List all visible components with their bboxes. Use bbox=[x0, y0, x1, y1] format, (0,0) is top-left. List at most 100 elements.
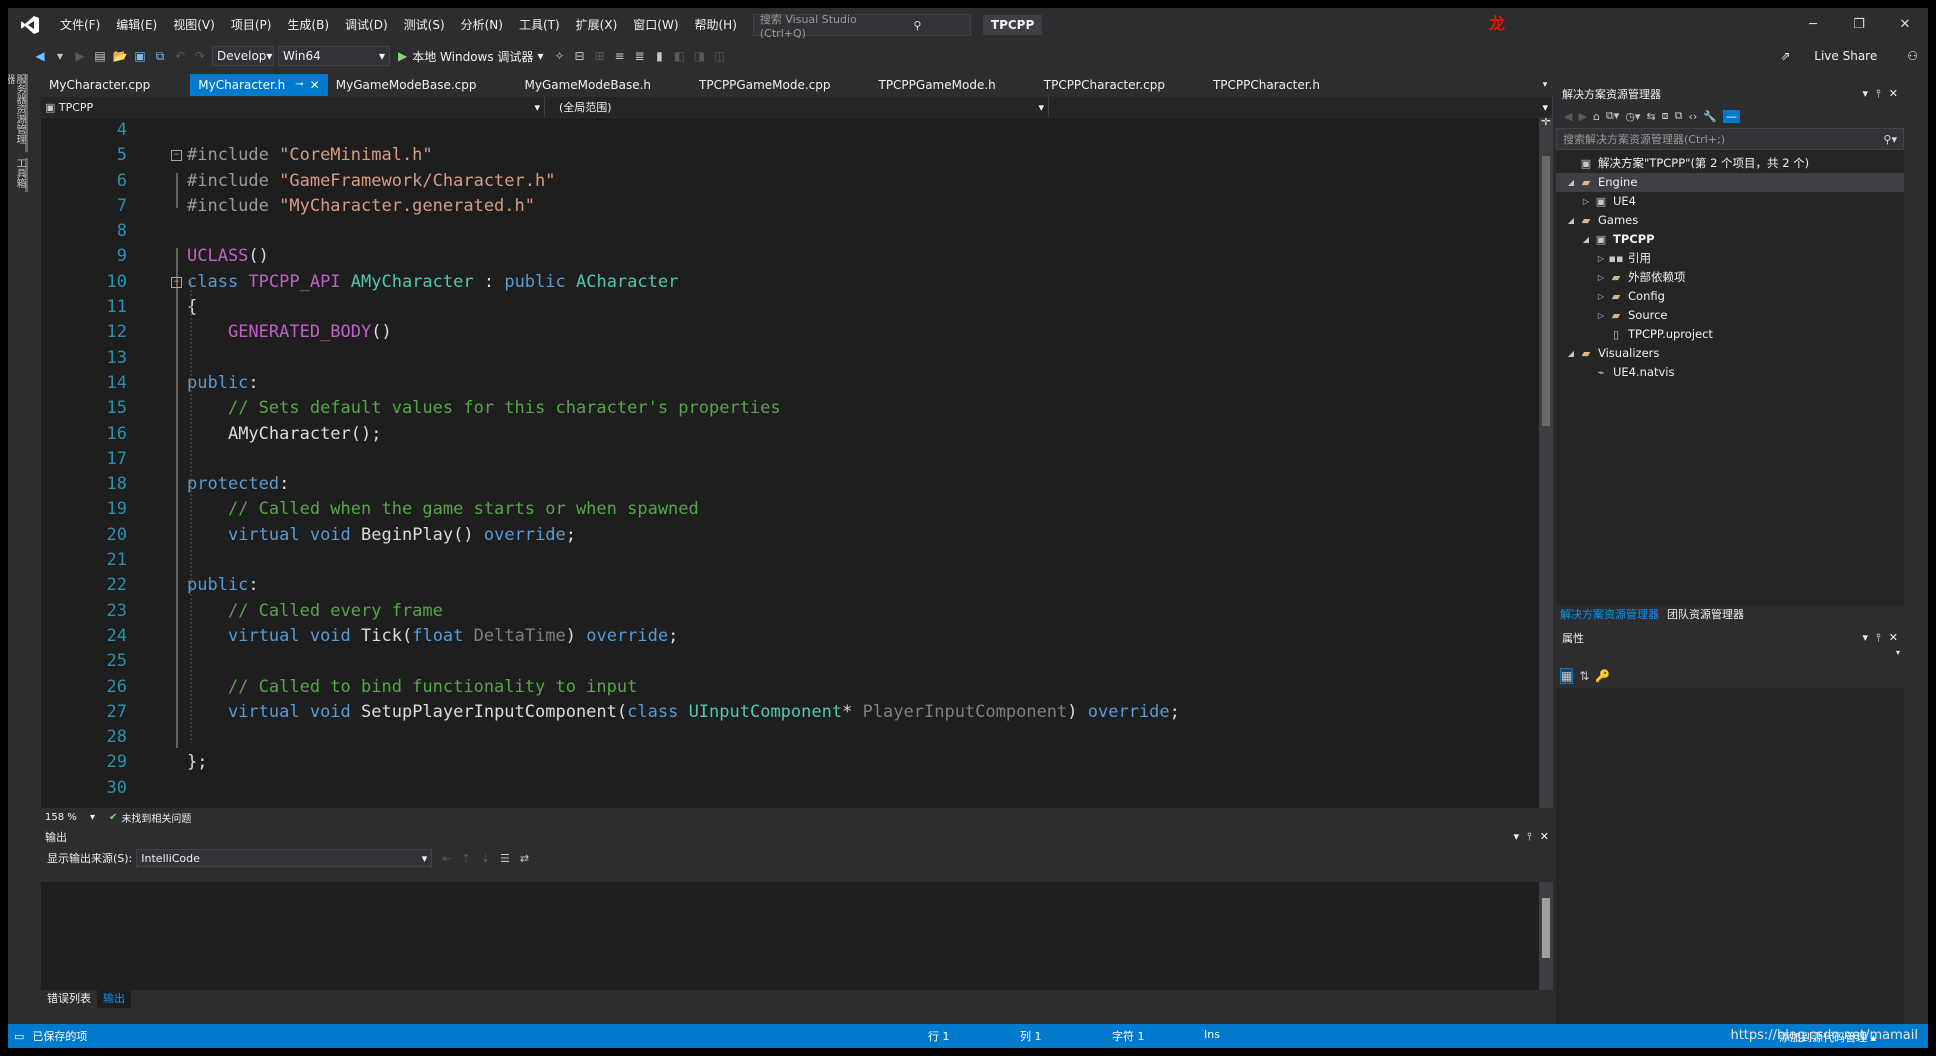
expanded-arrow-icon[interactable]: ◢ bbox=[1564, 211, 1578, 230]
property-pages-icon[interactable]: 🔑 bbox=[1595, 669, 1610, 683]
collapse-all-icon[interactable]: ⧈ bbox=[1662, 109, 1669, 123]
show-all-files-icon[interactable]: ⧉ bbox=[1675, 109, 1683, 123]
open-file-icon[interactable]: 📂 bbox=[112, 46, 128, 66]
restore-button[interactable]: ❐ bbox=[1836, 8, 1882, 42]
code-line[interactable]: 8 bbox=[41, 219, 1541, 244]
expanded-arrow-icon[interactable]: ◢ bbox=[1579, 230, 1593, 249]
next-message-icon[interactable]: ⇣ bbox=[481, 852, 490, 865]
pending-changes-icon[interactable]: ◷▾ bbox=[1625, 110, 1640, 123]
outdent-icon[interactable]: ≣ bbox=[631, 46, 647, 66]
menu-item[interactable]: 文件(F) bbox=[52, 8, 108, 42]
prev-bookmark-icon[interactable]: ◧ bbox=[671, 46, 687, 66]
doc-tab[interactable]: MyGameModeBase.cpp bbox=[328, 74, 485, 96]
server-explorer-tab[interactable]: 服务器资源管理器 bbox=[8, 74, 28, 152]
menu-item[interactable]: 窗口(W) bbox=[625, 8, 686, 42]
code-line[interactable]: 6 #include "GameFramework/Character.h" bbox=[41, 169, 1541, 194]
chevron-down-icon[interactable]: ▾ bbox=[1862, 87, 1868, 100]
redo-icon[interactable]: ↷ bbox=[192, 46, 208, 66]
configuration-select[interactable]: Develop ▾ bbox=[212, 46, 274, 66]
output-text-area[interactable] bbox=[41, 882, 1553, 990]
project-nav-dropdown[interactable]: ▣ TPCPP ▾ bbox=[41, 97, 545, 117]
code-line[interactable]: 11{ bbox=[41, 295, 1541, 320]
code-line[interactable]: 12 GENERATED_BODY() bbox=[41, 320, 1541, 345]
code-line[interactable]: 4 bbox=[41, 118, 1541, 143]
split-icon[interactable]: ✛ bbox=[1541, 118, 1551, 128]
doc-tab[interactable]: MyCharacter.cpp bbox=[41, 74, 158, 96]
forward-icon[interactable]: ▶ bbox=[1578, 110, 1586, 123]
search-icon[interactable]: ⚲ bbox=[865, 19, 970, 32]
menu-item[interactable]: 调试(D) bbox=[337, 8, 396, 42]
back-icon[interactable]: ◀ bbox=[32, 46, 48, 66]
code-line[interactable]: 10− class TPCPP_API AMyCharacter : public… bbox=[41, 270, 1541, 295]
start-debugging-button[interactable]: ▶ 本地 Windows 调试器 ▾ bbox=[398, 48, 543, 65]
properties-icon[interactable]: 🔧 bbox=[1703, 110, 1717, 123]
platform-select[interactable]: Win64 ▾ bbox=[278, 46, 390, 66]
expanded-arrow-icon[interactable]: ◢ bbox=[1564, 344, 1578, 363]
code-line[interactable]: 28 bbox=[41, 725, 1541, 750]
tab-team-explorer[interactable]: 团队资源管理器 bbox=[1663, 606, 1748, 624]
chevron-down-icon[interactable]: ▾ bbox=[1862, 631, 1868, 644]
doc-tab[interactable]: TPCPPCharacter.h bbox=[1205, 74, 1328, 96]
member-nav-dropdown[interactable]: ▾ bbox=[1049, 97, 1553, 117]
view-code-icon[interactable]: ‹› bbox=[1689, 110, 1698, 123]
undo-icon[interactable]: ↶ bbox=[172, 46, 188, 66]
doc-tab[interactable]: TPCPPGameMode.cpp bbox=[691, 74, 838, 96]
tree-node[interactable]: ▷ ▰ Source bbox=[1556, 306, 1904, 325]
solution-search-input[interactable]: 搜索解决方案资源管理器(Ctrl+;) ⚲▾ bbox=[1556, 128, 1904, 150]
tab-error-list[interactable]: 错误列表 bbox=[41, 990, 97, 1008]
doc-tab[interactable]: TPCPPGameMode.h bbox=[870, 74, 1003, 96]
pin-icon[interactable]: ⊸ bbox=[295, 74, 303, 96]
menu-item[interactable]: 工具(T) bbox=[511, 8, 568, 42]
new-project-icon[interactable]: ▤ bbox=[92, 46, 108, 66]
close-tab-icon[interactable]: ✕ bbox=[310, 74, 320, 96]
goto-message-icon[interactable]: ⇤ bbox=[442, 852, 451, 865]
tree-node[interactable]: ◢ ▰ Visualizers bbox=[1556, 344, 1904, 363]
clear-bookmarks-icon[interactable]: ◫ bbox=[711, 46, 727, 66]
close-icon[interactable]: ✕ bbox=[1540, 830, 1549, 843]
code-line[interactable]: 17 bbox=[41, 447, 1541, 472]
step-icon[interactable]: ⊞ bbox=[591, 46, 607, 66]
vs-search-box[interactable]: 搜索 Visual Studio (Ctrl+Q) ⚲ bbox=[752, 13, 971, 40]
sync-icon[interactable]: ⇆ bbox=[1646, 110, 1655, 123]
code-line[interactable]: 29}; bbox=[41, 750, 1541, 775]
prev-message-icon[interactable]: ⇡ bbox=[462, 852, 471, 865]
collapsed-arrow-icon[interactable]: ▷ bbox=[1594, 268, 1608, 287]
tree-node[interactable]: ▷ ▰ 外部依赖项 bbox=[1556, 268, 1904, 287]
editor-vertical-scrollbar[interactable]: ✛ bbox=[1539, 118, 1553, 808]
code-line[interactable]: 20 virtual void BeginPlay() override; bbox=[41, 523, 1541, 548]
output-scroll-thumb[interactable] bbox=[1542, 898, 1550, 958]
feedback-icon[interactable]: ⚇ bbox=[1897, 49, 1928, 63]
menu-item[interactable]: 编辑(E) bbox=[108, 8, 165, 42]
tree-node[interactable]: ◢ ▰ Engine bbox=[1556, 173, 1904, 192]
bookmark-icon[interactable]: ▮ bbox=[651, 46, 667, 66]
zoom-select[interactable]: 158 % ▾ bbox=[41, 812, 101, 823]
code-line[interactable]: 25 bbox=[41, 649, 1541, 674]
collapsed-arrow-icon[interactable]: ▷ bbox=[1579, 192, 1593, 211]
save-icon[interactable]: ▣ bbox=[132, 46, 148, 66]
code-line[interactable]: 19 // Called when the game starts or whe… bbox=[41, 497, 1541, 522]
doc-tab[interactable]: TPCPPCharacter.cpp bbox=[1036, 74, 1173, 96]
preview-icon[interactable]: — bbox=[1723, 109, 1741, 123]
tree-node[interactable]: ▷ ▪▪ 引用 bbox=[1556, 249, 1904, 268]
collapsed-arrow-icon[interactable]: ▷ bbox=[1594, 249, 1608, 268]
minimize-button[interactable]: ─ bbox=[1790, 8, 1836, 42]
collapsed-arrow-icon[interactable]: ▷ bbox=[1594, 287, 1608, 306]
menu-item[interactable]: 帮助(H) bbox=[687, 8, 745, 42]
tree-node[interactable]: ▷ ▣ UE4 bbox=[1556, 192, 1904, 211]
tree-node[interactable]: ◢ ▣ TPCPP bbox=[1556, 230, 1904, 249]
code-line[interactable]: 22 public: bbox=[41, 573, 1541, 598]
code-line[interactable]: 16 AMyCharacter(); bbox=[41, 422, 1541, 447]
back-icon[interactable]: ◀ bbox=[1564, 110, 1572, 123]
pin-icon[interactable]: ⫯ bbox=[1876, 87, 1881, 100]
word-wrap-icon[interactable]: ⇄ bbox=[520, 852, 529, 865]
live-share-button[interactable]: ⇗ Live Share bbox=[1760, 49, 1897, 63]
forward-icon[interactable]: ▶ bbox=[72, 46, 88, 66]
tree-node[interactable]: ◢ ▰ Games bbox=[1556, 211, 1904, 230]
output-source-select[interactable]: IntelliCode ▾ bbox=[136, 849, 433, 867]
code-line[interactable]: 13 bbox=[41, 346, 1541, 371]
tree-node[interactable]: ▯ TPCPP.uproject bbox=[1556, 325, 1904, 344]
toolbox-icon[interactable]: ⊟ bbox=[571, 46, 587, 66]
code-line[interactable]: 26 // Called to bind functionality to in… bbox=[41, 675, 1541, 700]
tab-solution-explorer[interactable]: 解决方案资源管理器 bbox=[1556, 606, 1663, 624]
alphabetical-icon[interactable]: ⇅ bbox=[1579, 669, 1589, 683]
